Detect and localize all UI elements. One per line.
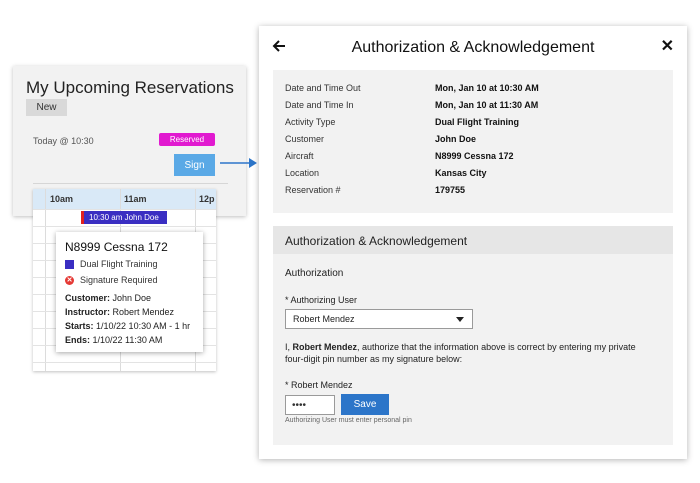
detail-value: N8999 Cessna 172 [435, 151, 514, 161]
grid-line [33, 362, 216, 363]
popup-row: Ends: 1/10/22 11:30 AM [65, 335, 162, 345]
detail-value: Dual Flight Training [435, 117, 519, 127]
hour-label: 10am [50, 194, 74, 204]
detail-value: John Doe [435, 134, 477, 144]
reservation-bar[interactable]: 10:30 am John Doe [81, 211, 167, 224]
page-title: My Upcoming Reservations [26, 78, 234, 97]
helper-text: Authorizing User must enter personal pin [285, 417, 412, 424]
authorization-statement: I, Robert Mendez, authorize that the inf… [285, 342, 636, 364]
reservation-popup: N8999 Cessna 172 Dual Flight Training ✕ … [56, 232, 203, 352]
signature-status: Signature Required [80, 275, 158, 285]
popup-row-value: John Doe [112, 293, 152, 303]
sign-button[interactable]: Sign [174, 154, 215, 176]
pin-input[interactable] [285, 395, 335, 415]
new-reservation-button[interactable]: New [26, 99, 67, 116]
grid-line [33, 209, 216, 210]
reservation-details: Date and Time Out Mon, Jan 10 at 10:30 A… [273, 70, 673, 213]
popup-row-label: Starts: [65, 321, 94, 331]
divider [33, 183, 228, 184]
popup-row-value: Robert Mendez [112, 307, 175, 317]
statement-line-2: four-digit pin number as my signature be… [285, 354, 463, 364]
popup-row-label: Ends: [65, 335, 91, 345]
statement-name: Robert Mendez [292, 342, 358, 352]
grid-line [33, 226, 216, 227]
hour-label: 12p [199, 194, 215, 204]
authorization-modal: Authorization & Acknowledgement ✕ Date a… [259, 26, 687, 459]
detail-label: Date and Time In [285, 100, 354, 110]
authorizing-user-select[interactable]: Robert Mendez [285, 309, 473, 329]
popup-row-value: 1/10/22 11:30 AM [92, 335, 163, 345]
detail-value: Kansas City [435, 168, 487, 178]
authorizing-user-label: * Authorizing User [285, 295, 358, 305]
detail-value: Mon, Jan 10 at 10:30 AM [435, 83, 539, 93]
popup-row-label: Instructor: [65, 307, 110, 317]
popup-row-label: Customer: [65, 293, 111, 303]
selected-user: Robert Mendez [293, 314, 355, 324]
hour-label: 11am [124, 194, 147, 204]
detail-label: Customer [285, 134, 325, 144]
detail-label: Aircraft [285, 151, 314, 161]
pin-label: * Robert Mendez [285, 380, 353, 390]
flow-arrow-icon [220, 158, 257, 168]
detail-label: Reservation # [285, 185, 341, 195]
error-circle-icon: ✕ [65, 276, 74, 285]
section-title: Authorization & Acknowledgement [285, 234, 468, 248]
popup-activity: Dual Flight Training [80, 259, 158, 269]
detail-value: Mon, Jan 10 at 11:30 AM [435, 100, 539, 110]
section-header: Authorization & Acknowledgement [273, 226, 673, 254]
activity-color-swatch [65, 260, 74, 269]
statement-line-1: , authorize that the information above i… [357, 342, 636, 352]
popup-row: Customer: John Doe [65, 293, 151, 303]
grid-line [45, 189, 46, 371]
subsection-title: Authorization [285, 268, 344, 279]
popup-row-value: 1/10/22 10:30 AM - 1 hr [96, 321, 191, 331]
popup-row: Starts: 1/10/22 10:30 AM - 1 hr [65, 321, 190, 331]
detail-value: 179755 [435, 185, 466, 195]
detail-label: Date and Time Out [285, 83, 361, 93]
reservation-time: Today @ 10:30 [33, 136, 94, 146]
detail-label: Location [285, 168, 320, 178]
save-button[interactable]: Save [341, 394, 389, 415]
status-badge: Reserved [159, 133, 215, 146]
modal-title: Authorization & Acknowledgement [351, 39, 595, 56]
caret-down-icon [456, 317, 464, 322]
close-icon[interactable]: ✕ [661, 36, 674, 56]
popup-row: Instructor: Robert Mendez [65, 307, 174, 317]
detail-label: Activity Type [285, 117, 336, 127]
authorization-section: Authorization & Acknowledgement Authoriz… [273, 226, 673, 445]
popup-aircraft-title: N8999 Cessna 172 [65, 240, 168, 254]
